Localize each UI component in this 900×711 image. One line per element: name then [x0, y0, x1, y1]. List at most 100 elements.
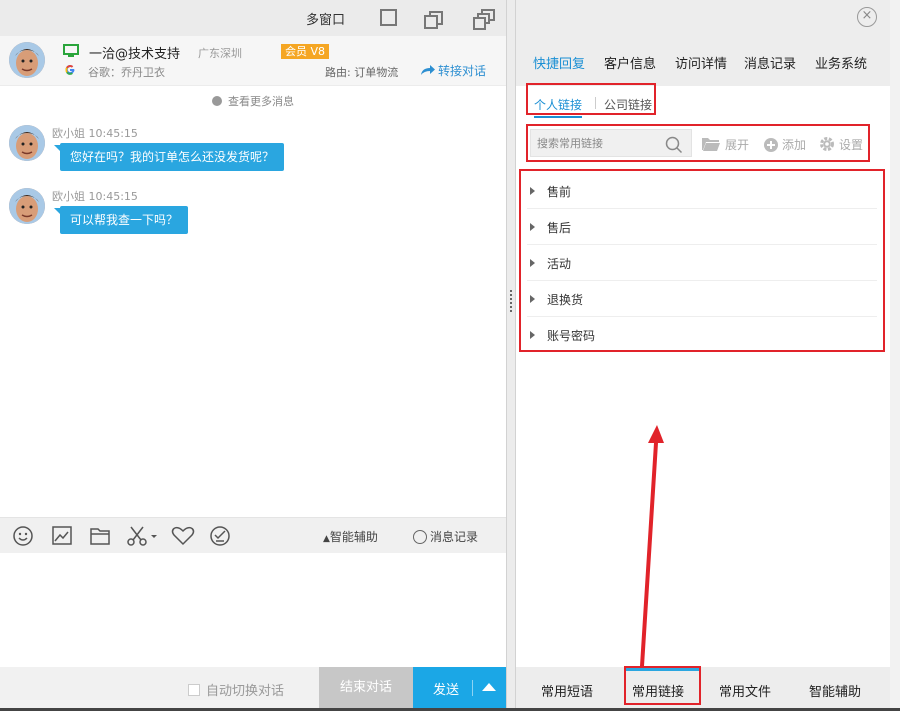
tab-quick-reply[interactable]: 快捷回复: [533, 53, 585, 72]
restore-icon[interactable]: [423, 9, 443, 29]
message-time: 10:45:15: [88, 127, 138, 140]
sender-name: 欧小姐: [52, 127, 85, 140]
settings-label: 设置: [839, 138, 864, 152]
expand-arrow-icon[interactable]: [530, 295, 535, 303]
add-button[interactable]: 添加: [764, 136, 806, 155]
expand-arrow-icon[interactable]: [530, 259, 535, 267]
history-clock-icon: [413, 530, 427, 544]
sender-avatar[interactable]: [9, 188, 45, 224]
message-bubble[interactable]: 您好在吗？我的订单怎么还没发货呢？: [53, 143, 285, 171]
smile-icon[interactable]: [12, 525, 36, 547]
rate-icon[interactable]: [209, 525, 233, 547]
send-divider: [472, 680, 473, 696]
category-item-presale[interactable]: 售前: [527, 173, 877, 209]
folder-open-icon: [701, 136, 721, 155]
cascade-icon[interactable]: [472, 9, 495, 30]
end-conversation-button[interactable]: 结束对话: [319, 667, 413, 708]
close-icon[interactable]: ×: [857, 7, 877, 27]
side-panel: × 快捷回复 客户信息 访问详情 消息记录 业务系统 个人链接 公司链接 展开 …: [516, 0, 890, 711]
folder-icon[interactable]: [89, 525, 113, 547]
expand-arrow-icon[interactable]: [530, 223, 535, 231]
category-item-returns[interactable]: 退换货: [527, 281, 877, 317]
transfer-icon: [421, 65, 435, 75]
auto-switch-toggle[interactable]: 自动切换对话: [188, 680, 284, 699]
send-bar: 自动切换对话 结束对话 发送: [0, 667, 506, 708]
tab-business-system[interactable]: 业务系统: [815, 53, 867, 72]
category-label: 账号密码: [547, 329, 596, 343]
expand-arrow-icon[interactable]: [530, 187, 535, 195]
plus-circle-icon: [764, 138, 778, 155]
customer-name: 一洽@技术支持: [89, 47, 181, 62]
category-label: 售后: [547, 221, 572, 235]
category-label: 退换货: [547, 293, 584, 307]
bottom-tab-smart-assist[interactable]: 智能辅助: [809, 681, 861, 700]
auto-switch-checkbox[interactable]: [188, 684, 200, 696]
window-edge: [890, 0, 900, 711]
category-label: 售前: [547, 185, 572, 199]
image-icon[interactable]: [51, 525, 75, 547]
search-input[interactable]: [537, 134, 657, 152]
sender-avatar[interactable]: [9, 125, 45, 161]
google-icon: [64, 64, 76, 79]
bottom-tab-common-links[interactable]: 常用链接: [632, 681, 684, 700]
bottom-tab-common-phrases[interactable]: 常用短语: [541, 681, 593, 700]
panel-splitter[interactable]: [506, 0, 516, 711]
message-bubble[interactable]: 可以帮我查一下吗？: [53, 206, 189, 234]
transfer-button[interactable]: 转接对话: [420, 62, 486, 79]
customer-location: 广东深圳: [198, 47, 242, 60]
expand-button[interactable]: 展开: [701, 136, 749, 155]
splitter-grip[interactable]: [510, 290, 512, 312]
multi-window-label[interactable]: 多窗口: [306, 9, 345, 28]
sender-name: 欧小姐: [52, 190, 85, 203]
chat-message: 欧小姐 10:45:15 可以帮我查一下吗？: [0, 188, 506, 248]
bottom-tab-common-files[interactable]: 常用文件: [719, 681, 771, 700]
scissors-icon[interactable]: [126, 525, 160, 547]
subtab-personal-links[interactable]: 个人链接: [534, 96, 583, 118]
smart-assist-button[interactable]: ▲智能辅助: [323, 528, 378, 545]
view-more-history[interactable]: 查看更多消息: [0, 93, 506, 109]
message-meta: 欧小姐 10:45:15: [52, 125, 138, 141]
smart-assist-label: 智能辅助: [329, 530, 378, 544]
chat-panel: 多窗口 一洽@技术支持 广东深圳 会员 V8 谷歌：乔丹卫衣 路由: 订单物流 …: [0, 0, 506, 711]
subtab-company-links[interactable]: 公司链接: [604, 96, 652, 113]
triangle-up-icon: ▲: [323, 534, 330, 544]
search-field: [530, 129, 692, 157]
clock-icon: [212, 96, 222, 106]
input-toolbar: ▲智能辅助 消息记录: [0, 517, 506, 553]
send-button-group: 发送: [413, 667, 506, 708]
link-category-list: 售前 售后 活动 退换货 账号密码: [519, 169, 885, 352]
search-icon[interactable]: [665, 136, 683, 158]
customer-avatar[interactable]: [9, 42, 45, 78]
tab-customer-info[interactable]: 客户信息: [604, 53, 656, 72]
heart-icon[interactable]: [171, 525, 195, 547]
message-time: 10:45:15: [88, 190, 138, 203]
send-button[interactable]: 发送: [433, 679, 459, 698]
message-meta: 欧小姐 10:45:15: [52, 188, 138, 204]
side-panel-header: × 快捷回复 客户信息 访问详情 消息记录 业务系统: [516, 0, 890, 86]
send-options-arrow-icon[interactable]: [482, 683, 496, 691]
message-records-button[interactable]: 消息记录: [413, 528, 478, 545]
category-item-account-password[interactable]: 账号密码: [527, 317, 877, 353]
link-search-row: 展开 添加 设置: [526, 124, 870, 162]
link-subtabs: 个人链接 公司链接: [526, 83, 656, 118]
tab-message-records[interactable]: 消息记录: [744, 53, 796, 72]
transfer-label: 转接对话: [438, 64, 487, 78]
gear-icon: [819, 136, 835, 155]
expand-label: 展开: [725, 138, 750, 152]
side-panel-bottom-tabs: 常用短语 常用链接 常用文件 智能辅助: [516, 666, 890, 708]
tab-visit-details[interactable]: 访问详情: [675, 53, 727, 72]
auto-switch-label: 自动切换对话: [206, 684, 285, 699]
window-topbar: 多窗口: [0, 0, 506, 36]
route-label: 路由: 订单物流: [325, 66, 399, 79]
settings-button[interactable]: 设置: [819, 136, 863, 155]
category-item-promotion[interactable]: 活动: [527, 245, 877, 281]
add-label: 添加: [782, 138, 807, 152]
message-input-area[interactable]: [0, 553, 506, 667]
more-history-label: 查看更多消息: [228, 95, 294, 108]
category-item-aftersale[interactable]: 售后: [527, 209, 877, 245]
message-records-label: 消息记录: [430, 530, 479, 544]
expand-arrow-icon[interactable]: [530, 331, 535, 339]
chat-message: 欧小姐 10:45:15 您好在吗？我的订单怎么还没发货呢？: [0, 125, 506, 185]
member-badge: 会员 V8: [281, 44, 330, 59]
maximize-icon[interactable]: [380, 9, 397, 26]
